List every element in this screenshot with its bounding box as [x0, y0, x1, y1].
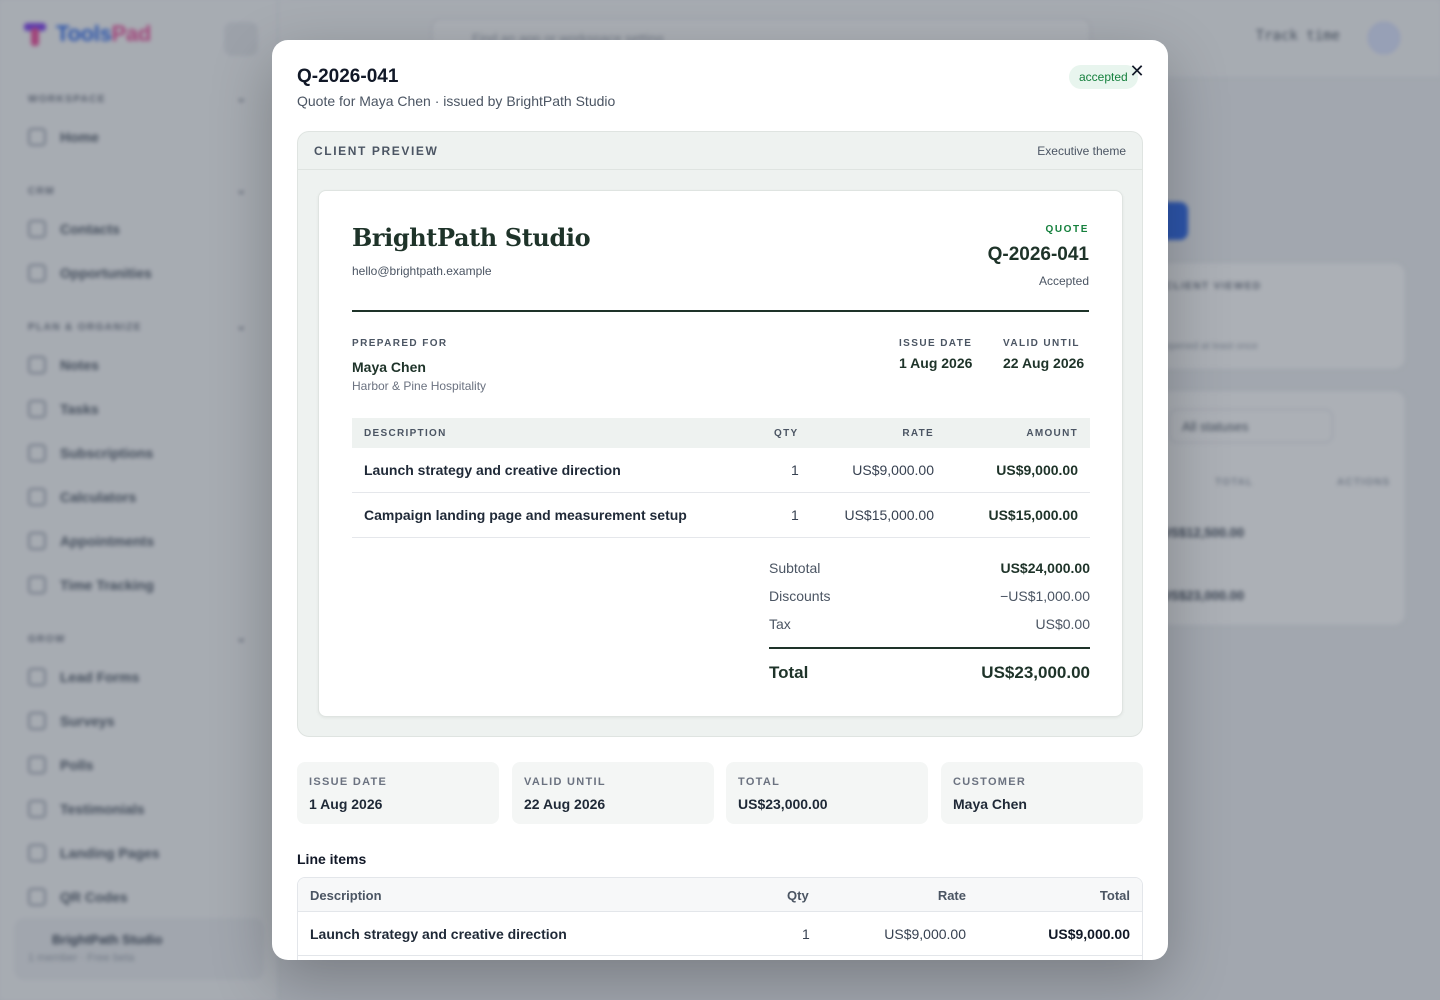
close-icon[interactable]: ✕	[1128, 62, 1146, 80]
column-rate: Rate	[937, 888, 966, 903]
stat-total: TOTAL US$23,000.00	[726, 762, 928, 824]
document-table-header: DESCRIPTION QTY RATE AMOUNT	[352, 418, 1090, 448]
total-value: US$23,000.00	[981, 663, 1090, 682]
preview-theme-label: Executive theme	[1037, 144, 1126, 158]
item-qty: 1	[791, 462, 799, 478]
subtotal-row: Subtotal US$24,000.00	[769, 560, 1090, 576]
document-client-name: Maya Chen	[352, 359, 426, 375]
stat-customer: CUSTOMER Maya Chen	[941, 762, 1143, 824]
column-amount: AMOUNT	[1026, 428, 1078, 439]
column-description: Description	[310, 888, 382, 903]
table-row: Campaign landing page and measurement se…	[352, 493, 1090, 538]
stat-valid-until: VALID UNTIL 22 Aug 2026	[512, 762, 714, 824]
item-amount: US$9,000.00	[996, 462, 1078, 478]
line-items-heading: Line items	[297, 851, 367, 867]
valid-until-label: VALID UNTIL	[1003, 338, 1080, 349]
client-preview-panel: CLIENT PREVIEW Executive theme BrightPat…	[297, 131, 1143, 737]
line-item-qty: 1	[802, 926, 810, 942]
totals-divider	[769, 647, 1090, 649]
discounts-value: −US$1,000.00	[1000, 588, 1090, 604]
modal-title: Q-2026-041	[297, 66, 399, 87]
column-total: Total	[1099, 888, 1130, 903]
document-quote-status: Accepted	[1038, 274, 1089, 288]
document-brand-name: BrightPath Studio	[352, 223, 591, 252]
modal-subtitle: Quote for Maya Chen · issued by BrightPa…	[297, 93, 616, 109]
discounts-row: Discounts −US$1,000.00	[769, 588, 1090, 604]
issue-date-label: ISSUE DATE	[899, 338, 973, 349]
client-preview-header: CLIENT PREVIEW Executive theme	[298, 132, 1142, 170]
table-row: Launch strategy and creative direction 1…	[298, 912, 1142, 956]
line-item-total: US$9,000.00	[1048, 926, 1130, 942]
document-quote-number: Q-2026-041	[987, 244, 1089, 265]
document-divider	[352, 310, 1089, 312]
column-description: DESCRIPTION	[364, 428, 447, 439]
prepared-for-label: PREPARED FOR	[352, 338, 448, 349]
column-rate: RATE	[902, 428, 934, 439]
stat-issue-date: ISSUE DATE 1 Aug 2026	[297, 762, 499, 824]
line-item-description: Launch strategy and creative direction	[310, 926, 567, 942]
line-items-table: Description Qty Rate Total Launch strate…	[297, 877, 1143, 960]
column-qty: Qty	[787, 888, 809, 903]
document-line-items-table: DESCRIPTION QTY RATE AMOUNT Launch strat…	[352, 418, 1090, 538]
line-items-header: Description Qty Rate Total	[298, 878, 1142, 912]
valid-until-value: 22 Aug 2026	[1003, 355, 1085, 371]
tax-value: US$0.00	[1035, 616, 1090, 632]
item-description: Campaign landing page and measurement se…	[364, 507, 687, 523]
line-item-rate: US$9,000.00	[884, 926, 966, 942]
quote-document: BrightPath Studio hello@brightpath.examp…	[318, 190, 1123, 717]
item-qty: 1	[791, 507, 799, 523]
issue-date-value: 1 Aug 2026	[899, 355, 973, 371]
item-rate: US$15,000.00	[844, 507, 934, 523]
document-quote-label: QUOTE	[1045, 224, 1089, 235]
tax-row: Tax US$0.00	[769, 616, 1090, 632]
table-row: Launch strategy and creative direction 1…	[352, 448, 1090, 493]
document-client-company: Harbor & Pine Hospitality	[352, 379, 487, 393]
column-qty: QTY	[774, 428, 799, 439]
total-row: Total US$23,000.00	[769, 663, 1090, 682]
subtotal-value: US$24,000.00	[1000, 560, 1090, 576]
quote-detail-modal: Q-2026-041 Quote for Maya Chen · issued …	[272, 40, 1168, 960]
document-email: hello@brightpath.example	[352, 264, 492, 278]
item-amount: US$15,000.00	[988, 507, 1078, 523]
item-description: Launch strategy and creative direction	[364, 462, 621, 478]
client-preview-label: CLIENT PREVIEW	[314, 144, 439, 158]
item-rate: US$9,000.00	[852, 462, 934, 478]
